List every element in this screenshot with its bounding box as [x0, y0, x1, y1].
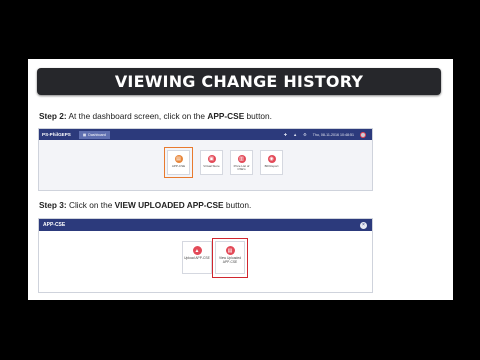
settings-icon[interactable]: ⚙: [303, 132, 307, 137]
upload-app-cse-button[interactable]: ▲ Upload APP-CSE: [182, 241, 212, 274]
card-virtual-store[interactable]: ▣ Virtual Store: [200, 150, 223, 175]
dashboard-navbar: PS-PhilGEPS ▦ Dashboard ✚ ▲ ⚙ Thu, 08-11…: [39, 129, 372, 140]
close-icon[interactable]: ×: [360, 221, 367, 229]
title-bar: VIEWING CHANGE HISTORY: [37, 68, 441, 95]
modal-title: APP-CSE: [43, 222, 66, 228]
upload-icon: ▲: [192, 246, 202, 255]
step-2-label: Step 2:: [39, 111, 67, 121]
step-2-instruction: Step 2: At the dashboard screen, click o…: [39, 111, 272, 121]
step-3-button-name: VIEW UPLOADED APP-CSE: [114, 200, 224, 210]
card-bill-report-label: Bill Report: [264, 164, 279, 168]
dashboard-datetime: Thu, 08-11-2016 10:48:51: [312, 132, 354, 137]
step-3-text: Click on the: [66, 200, 115, 210]
step-2-suffix: button.: [244, 111, 272, 121]
slide-title: VIEWING CHANGE HISTORY: [114, 72, 364, 91]
step-3-label: Step 3:: [39, 200, 67, 210]
navbar-right: ✚ ▲ ⚙ Thu, 08-11-2016 10:48:51: [284, 131, 366, 138]
avatar[interactable]: [360, 131, 366, 138]
dashboard-screenshot: PS-PhilGEPS ▦ Dashboard ✚ ▲ ⚙ Thu, 08-11…: [38, 128, 373, 191]
grid-icon: ▦: [82, 132, 87, 137]
tab-dashboard-label: Dashboard: [88, 132, 106, 137]
tab-dashboard[interactable]: ▦ Dashboard: [78, 130, 110, 139]
step-3-instruction: Step 3: Click on the VIEW UPLOADED APP-C…: [39, 200, 251, 210]
pricelist-icon: ▥: [237, 155, 246, 163]
notification-icon[interactable]: ✚: [284, 132, 287, 137]
app-cse-modal-screenshot: APP-CSE × ▲ Upload APP-CSE ▤ View Upload…: [38, 218, 373, 293]
step-2-text: At the dashboard screen, click on the: [66, 111, 208, 121]
highlight-view-uploaded: [212, 238, 248, 278]
step-3-suffix: button.: [223, 200, 252, 210]
report-icon: ◉: [267, 155, 276, 163]
store-icon: ▣: [207, 155, 216, 163]
step-2-button-name: APP-CSE: [207, 111, 245, 121]
upload-app-cse-label: Upload APP-CSE: [184, 256, 210, 260]
modal-header: APP-CSE ×: [39, 219, 372, 231]
card-price-list-label: Price List of CSE's: [233, 164, 250, 172]
dashboard-brand: PS-PhilGEPS: [42, 132, 71, 137]
card-bill-report[interactable]: ◉ Bill Report: [260, 150, 283, 175]
highlight-app-cse: [164, 147, 193, 178]
card-virtual-store-label: Virtual Store: [203, 164, 220, 168]
slide: VIEWING CHANGE HISTORY Step 2: At the da…: [28, 59, 453, 300]
card-price-list[interactable]: ▥ Price List of CSE's: [230, 150, 253, 175]
user-icon[interactable]: ▲: [293, 132, 297, 137]
